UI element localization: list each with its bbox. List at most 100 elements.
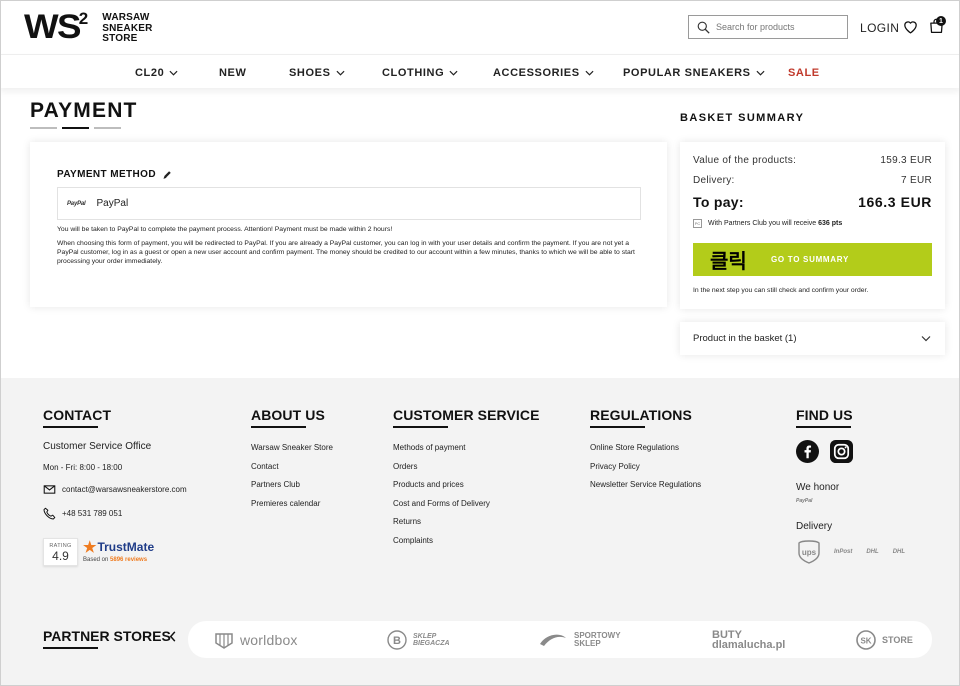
basket-summary-title: BASKET SUMMARY	[680, 112, 805, 124]
nav-item-clothing[interactable]: CLOTHING	[382, 67, 458, 79]
instagram-icon[interactable]	[830, 440, 853, 463]
logo-mark: WS	[24, 8, 82, 46]
nav-item-cl20[interactable]: CL20	[135, 67, 178, 79]
basket-summary-card: Value of the products: 159.3 EUR Deliver…	[680, 142, 945, 309]
delivery-row: Delivery: 7 EUR	[693, 175, 932, 186]
search-icon	[697, 21, 710, 34]
footer-link[interactable]: Returns	[393, 517, 540, 536]
footer-link[interactable]: Privacy Policy	[590, 462, 701, 481]
chevron-down-icon	[336, 70, 345, 76]
summary-note: In the next step you can still check and…	[693, 287, 869, 294]
partner-store-name: SKLEP BIEGACZA	[413, 633, 450, 647]
payment-method-option[interactable]: PayPal PayPal	[57, 187, 641, 220]
partner-store-name: STORE	[882, 635, 913, 645]
delivery-label: Delivery:	[693, 175, 735, 186]
basket-products-accordion[interactable]: Product in the basket (1)	[680, 322, 945, 355]
heading-underline	[251, 426, 306, 428]
partner-store-sk-store[interactable]: SK STORE	[856, 630, 913, 650]
logo-superscript: 2	[78, 9, 89, 28]
heart-icon[interactable]	[902, 18, 919, 35]
logo-line: STORE	[102, 33, 138, 44]
pencil-icon[interactable]	[162, 170, 172, 180]
partner-store-name: SPORTOWY SKLEP	[574, 631, 621, 648]
contact-hours: Mon - Fri: 8:00 - 18:00	[43, 463, 123, 472]
nav-item-accessories[interactable]: ACCESSORIES	[493, 67, 594, 79]
footer-link[interactable]: Premieres calendar	[251, 499, 333, 518]
paypal-honor-logo: PayPal	[796, 498, 813, 504]
sk-logo-icon: SK	[856, 630, 876, 650]
chevron-down-icon	[169, 70, 178, 76]
about-links: Warsaw Sneaker Store Contact Partners Cl…	[251, 443, 333, 517]
footer-link[interactable]: Partners Club	[251, 480, 333, 499]
button-overlay-text: 클릭	[710, 249, 747, 273]
nav-item-shoes[interactable]: SHOES	[289, 67, 345, 79]
trustmate-badge[interactable]: RATING 4.9 ★ TrustMate Based on 5896 revi…	[43, 538, 154, 566]
footer-about: ABOUT US Warsaw Sneaker Store Contact Pa…	[251, 407, 333, 517]
footer-heading: CUSTOMER SERVICE	[393, 407, 540, 423]
footer-customer-service: CUSTOMER SERVICE Methods of payment Orde…	[393, 407, 540, 555]
footer-link[interactable]: Complaints	[393, 536, 540, 555]
footer-link[interactable]: Cost and Forms of Delivery	[393, 499, 540, 518]
footer-link[interactable]: Online Store Regulations	[590, 443, 701, 462]
footer-link[interactable]: Contact	[251, 462, 333, 481]
paypal-logo: PayPal	[67, 200, 86, 207]
facebook-icon[interactable]	[796, 440, 819, 463]
checkout-steps	[30, 127, 121, 129]
logo-text: WARSAW SNEAKER STORE	[102, 12, 152, 45]
partner-store-sportowy-sklep[interactable]: SPORTOWY SKLEP	[538, 630, 632, 650]
heading-underline	[590, 426, 645, 428]
contact-email-text: contact@warsawsneakerstore.com	[62, 485, 187, 494]
footer-heading: REGULATIONS	[590, 407, 692, 423]
partners-club-icon: PC	[693, 219, 702, 228]
footer-link[interactable]: Warsaw Sneaker Store	[251, 443, 333, 462]
partner-store-name: worldbox	[240, 632, 298, 648]
step-indicator	[94, 127, 121, 129]
store-logo[interactable]: WS 2 WARSAW SNEAKER STORE	[24, 8, 153, 46]
contact-phone[interactable]: +48 531 789 051	[43, 507, 187, 520]
heading-underline	[43, 426, 98, 428]
based-on-text: Based on	[83, 557, 109, 563]
svg-text:SK: SK	[860, 637, 871, 646]
trustmate-brand: ★ TrustMate Based on 5896 reviews	[83, 538, 154, 563]
step-indicator-active	[62, 127, 89, 129]
partner-store-worldbox[interactable]: worldbox	[214, 630, 298, 650]
nav-item-new[interactable]: NEW	[219, 67, 246, 79]
rating-value: 4.9	[52, 549, 69, 563]
partner-store-buty-dlamalucha[interactable]: BUTY dlamalucha.pl	[712, 629, 786, 651]
partner-store-sklep-biegacza[interactable]: B SKLEP BIEGACZA	[387, 630, 461, 650]
partners-club-points: 636 pts	[818, 220, 843, 227]
rating-box: RATING 4.9	[43, 538, 78, 566]
coin-logo-icon: B	[387, 630, 407, 650]
search-input[interactable]	[716, 22, 841, 32]
chevron-left-icon[interactable]	[169, 631, 177, 642]
partner-store-name: BUTY dlamalucha.pl	[712, 629, 786, 651]
nav-item-popular-sneakers[interactable]: POPULAR SNEAKERS	[623, 67, 765, 79]
footer-link[interactable]: Products and prices	[393, 480, 540, 499]
dhl-logo: DHL	[866, 549, 879, 555]
footer-link[interactable]: Methods of payment	[393, 443, 540, 462]
site-header: WS 2 WARSAW SNEAKER STORE LOGIN 1	[0, 0, 960, 54]
search-box[interactable]	[688, 15, 848, 39]
nav-label: NEW	[219, 67, 247, 79]
nav-item-sale[interactable]: SALE	[788, 67, 820, 79]
footer-heading: ABOUT US	[251, 407, 325, 423]
go-to-summary-button[interactable]: 클릭 GO TO SUMMARY	[693, 243, 932, 276]
heading-underline	[796, 426, 851, 428]
basket-products-label: Product in the basket (1)	[693, 333, 797, 344]
customer-service-links: Methods of payment Orders Products and p…	[393, 443, 540, 555]
login-link[interactable]: LOGIN	[860, 21, 899, 35]
chevron-down-icon	[756, 70, 765, 76]
trustmate-name: TrustMate	[97, 540, 155, 554]
ups-logo-text: ups	[802, 548, 817, 557]
to-pay-label: To pay:	[693, 194, 744, 210]
footer-link[interactable]: Orders	[393, 462, 540, 481]
partners-club-text: With Partners Club you will receive	[708, 220, 817, 227]
mail-icon	[43, 485, 56, 494]
swoosh-logo-icon	[540, 634, 566, 646]
heading-underline	[393, 426, 448, 428]
chevron-down-icon	[921, 336, 931, 342]
footer-link[interactable]: Newsletter Service Regulations	[590, 480, 701, 499]
payment-description-text: When choosing this form of payment, you …	[57, 240, 635, 265]
contact-email[interactable]: contact@warsawsneakerstore.com	[43, 483, 187, 496]
nav-label: CLOTHING	[382, 67, 445, 79]
